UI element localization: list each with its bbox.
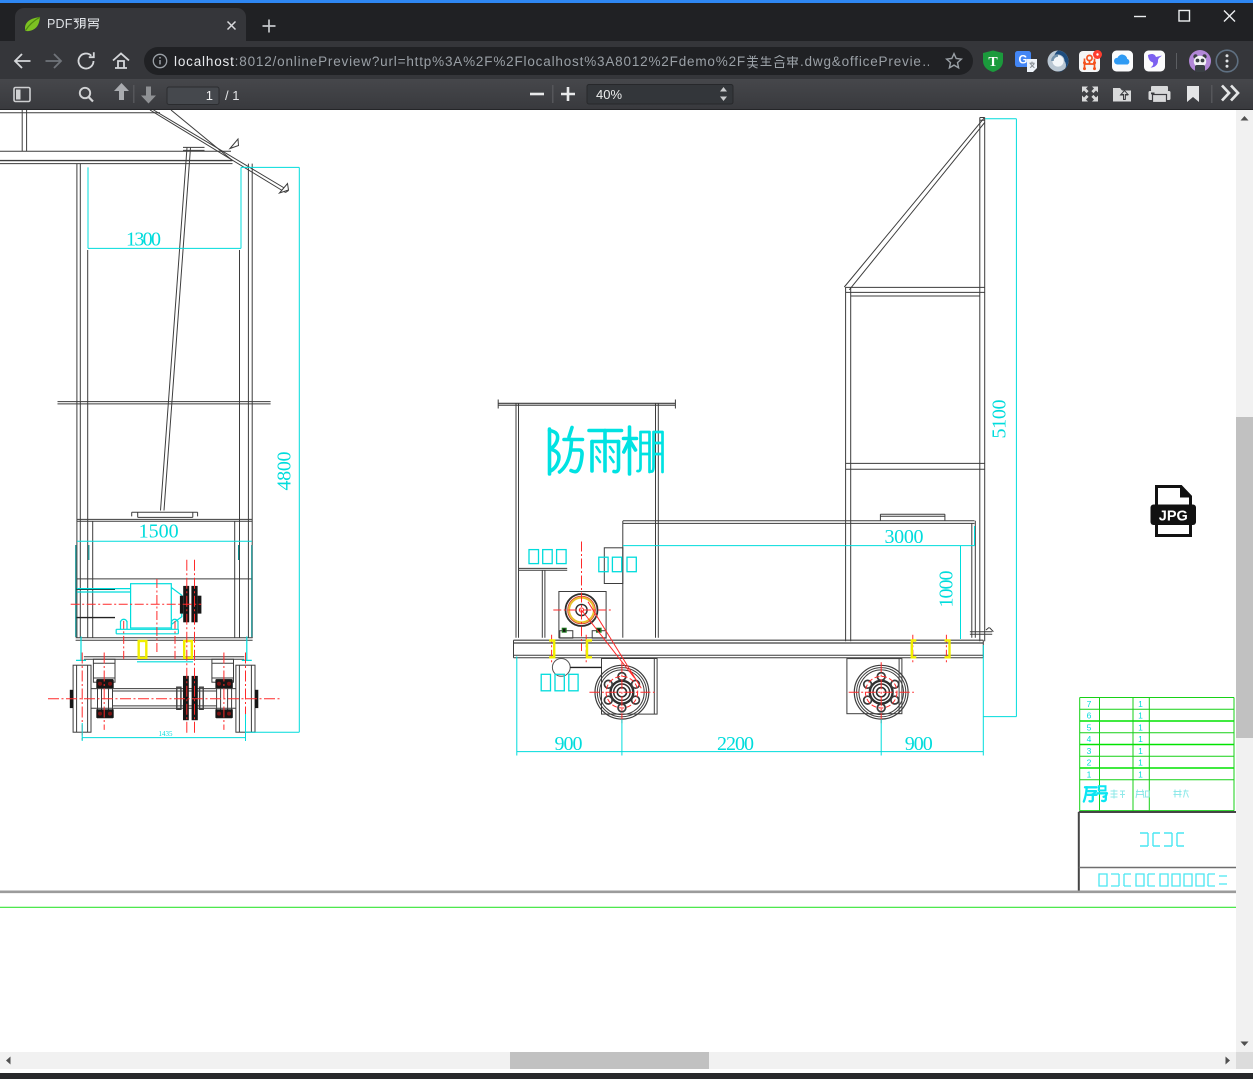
svg-text:/ 1: / 1 xyxy=(225,88,239,103)
svg-text:4: 4 xyxy=(1087,734,1092,744)
svg-text:900: 900 xyxy=(905,733,933,755)
svg-text:1: 1 xyxy=(1138,734,1143,744)
svg-text:3: 3 xyxy=(1087,746,1092,756)
svg-text:G: G xyxy=(1019,55,1028,67)
svg-text:1: 1 xyxy=(1138,746,1143,756)
svg-text:5: 5 xyxy=(1087,722,1092,732)
svg-text:1000: 1000 xyxy=(936,571,958,608)
svg-text:3000: 3000 xyxy=(885,526,924,548)
svg-text:4800: 4800 xyxy=(274,452,296,491)
svg-text:6: 6 xyxy=(1087,711,1092,721)
svg-text:1435: 1435 xyxy=(159,730,174,738)
svg-text:1: 1 xyxy=(1138,722,1143,732)
svg-text:T: T xyxy=(988,55,998,70)
svg-text:1: 1 xyxy=(206,88,213,103)
svg-text:1: 1 xyxy=(1138,769,1143,779)
svg-text:JPG: JPG xyxy=(1159,509,1188,525)
svg-text:7: 7 xyxy=(1087,699,1092,709)
svg-text:40%: 40% xyxy=(596,87,622,102)
svg-text:2200: 2200 xyxy=(717,733,754,755)
svg-text:2: 2 xyxy=(1087,758,1092,768)
svg-text:900: 900 xyxy=(555,733,583,755)
svg-text:1: 1 xyxy=(1087,769,1092,779)
svg-text:1500: 1500 xyxy=(139,521,179,543)
svg-text:5100: 5100 xyxy=(989,400,1011,439)
svg-text:1: 1 xyxy=(1138,699,1143,709)
svg-text:1300: 1300 xyxy=(126,229,161,251)
svg-text:1: 1 xyxy=(1138,711,1143,721)
svg-text:1: 1 xyxy=(1138,758,1143,768)
